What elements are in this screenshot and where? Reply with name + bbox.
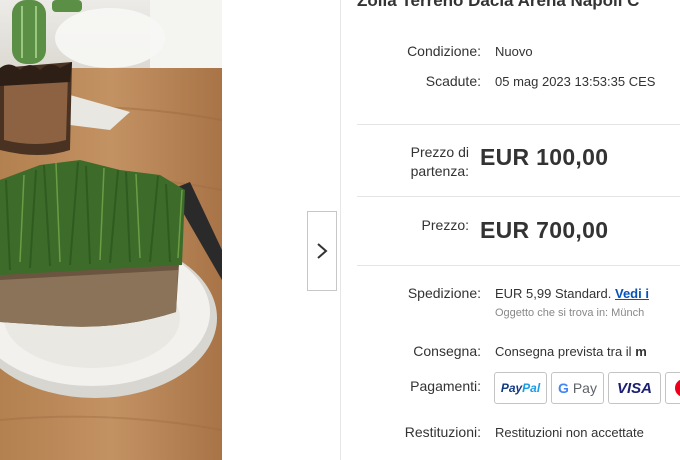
starting-price-label-line1: Prezzo di bbox=[410, 144, 469, 160]
ends-label: Scadute: bbox=[425, 73, 481, 89]
chevron-right-icon bbox=[317, 243, 328, 259]
product-photo[interactable] bbox=[0, 0, 222, 460]
returns-label: Restituzioni: bbox=[404, 424, 481, 440]
shipping-details-link[interactable]: Vedi i bbox=[615, 286, 649, 301]
gpay-text: Pay bbox=[572, 380, 597, 396]
starting-price-label: Prezzo di partenza: bbox=[341, 143, 469, 181]
delivery-value: Consegna prevista tra il m bbox=[495, 344, 647, 359]
starting-price-label-line2: partenza: bbox=[410, 163, 469, 179]
divider bbox=[357, 265, 680, 266]
condition-label: Condizione: bbox=[407, 43, 481, 59]
mastercard-icon bbox=[675, 379, 680, 397]
divider bbox=[357, 196, 680, 197]
google-g: G bbox=[558, 380, 569, 396]
divider bbox=[357, 124, 680, 125]
grass-turf-image bbox=[0, 0, 222, 460]
paypal-text-2: Pal bbox=[522, 381, 541, 395]
mastercard-logo bbox=[665, 372, 680, 404]
price-label: Prezzo: bbox=[421, 217, 469, 233]
payments-label: Pagamenti: bbox=[410, 378, 481, 394]
returns-value: Restituzioni non accettate bbox=[495, 425, 644, 440]
ends-value: 05 mag 2023 13:53:35 CES bbox=[495, 74, 656, 89]
condition-value: Nuovo bbox=[495, 44, 533, 59]
shipping-value: EUR 5,99 Standard. Vedi i bbox=[495, 286, 649, 301]
visa-logo: VISA bbox=[608, 372, 661, 404]
shipping-cost: EUR 5,99 Standard. bbox=[495, 286, 612, 301]
delivery-label: Consegna: bbox=[413, 343, 481, 359]
paypal-logo: PayPal bbox=[494, 372, 547, 404]
item-location: Oggetto che si trova in: Münch bbox=[495, 307, 645, 319]
shipping-label: Spedizione: bbox=[407, 285, 481, 301]
paypal-text-1: Pay bbox=[500, 381, 523, 395]
current-price: EUR 700,00 bbox=[480, 217, 609, 243]
listing-details-panel: Zolla Terreno Dacia Arena Napoli C Condi… bbox=[341, 0, 680, 460]
delivery-date: m bbox=[635, 344, 647, 359]
listing-title: Zolla Terreno Dacia Arena Napoli C bbox=[357, 0, 640, 10]
visa-text: VISA bbox=[616, 379, 652, 397]
starting-price: EUR 100,00 bbox=[480, 144, 609, 170]
delivery-estimate: Consegna prevista tra il bbox=[495, 344, 632, 359]
gallery-next-button[interactable] bbox=[307, 211, 337, 291]
google-pay-logo: G Pay bbox=[551, 372, 604, 404]
